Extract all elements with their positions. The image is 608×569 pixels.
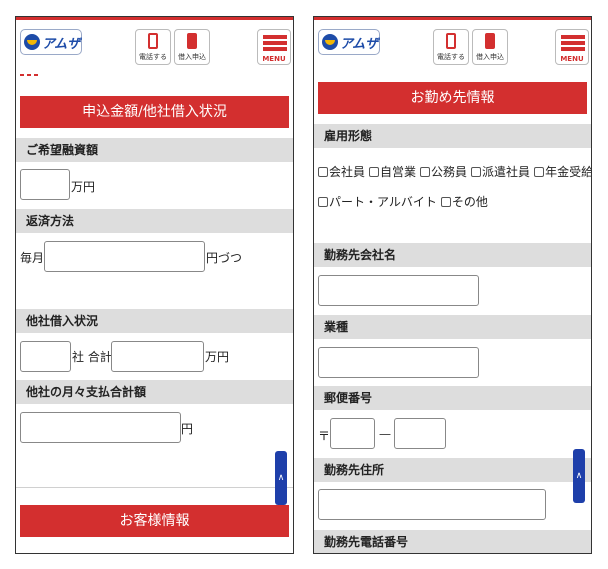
- scroll-top-button[interactable]: ∧: [573, 449, 585, 503]
- call-button-label: 電話する: [437, 53, 465, 61]
- option-pension[interactable]: 年金受給者: [534, 165, 591, 179]
- apply-button-label: 借入申込: [178, 53, 206, 61]
- hamburger-icon: [263, 35, 287, 39]
- industry-label: 業種: [314, 315, 591, 339]
- decorative-dashes: [20, 74, 40, 76]
- monthly-payment-unit: 円: [181, 422, 194, 436]
- checkbox[interactable]: [440, 197, 451, 207]
- logo-mark-icon: [24, 34, 40, 50]
- desired-amount-input[interactable]: [20, 169, 70, 200]
- checkbox[interactable]: [369, 167, 380, 177]
- menu-label: MENU: [262, 55, 286, 63]
- option-self-employed[interactable]: 自営業: [369, 165, 416, 179]
- address-label: 勤務先住所: [314, 458, 591, 482]
- call-button[interactable]: 電話する: [433, 29, 469, 65]
- industry-input[interactable]: [318, 347, 479, 378]
- amza-logo[interactable]: アムザ: [20, 29, 82, 55]
- call-button-label: 電話する: [139, 53, 167, 61]
- option-part-time[interactable]: パート・アルバイト: [318, 195, 437, 209]
- option-dispatched[interactable]: 派遣社員: [471, 165, 530, 179]
- desired-amount-label: ご希望融資額: [16, 138, 293, 162]
- postal-separator: —: [379, 427, 391, 441]
- postal-mark: 〒: [318, 429, 331, 443]
- clipboard-icon: [187, 33, 197, 49]
- checkbox[interactable]: [420, 167, 431, 177]
- employment-type-label: 雇用形態: [314, 124, 591, 148]
- checkbox[interactable]: [318, 197, 328, 207]
- menu-button[interactable]: MENU: [555, 29, 589, 65]
- repayment-label: 返済方法: [16, 209, 293, 233]
- monthly-payment-input[interactable]: [20, 412, 181, 443]
- clipboard-icon: [485, 33, 495, 49]
- apply-button[interactable]: 借入申込: [472, 29, 508, 65]
- postal-code-second-input[interactable]: [394, 418, 446, 449]
- other-loans-total-input[interactable]: [111, 341, 204, 372]
- apply-button-label: 借入申込: [476, 53, 504, 61]
- repayment-prefix: 毎月: [20, 251, 45, 265]
- postal-code-first-input[interactable]: [330, 418, 375, 449]
- checkbox[interactable]: [471, 167, 482, 177]
- employment-options-row-2: パート・アルバイト その他: [318, 193, 492, 210]
- call-button[interactable]: 電話する: [135, 29, 171, 65]
- employment-options-row-1: 会社員自営業公務員派遣社員年金受給者: [318, 163, 591, 180]
- other-loans-total-unit: 万円: [205, 350, 230, 364]
- monthly-payment-label: 他社の月々支払合計額: [16, 380, 293, 404]
- logo-text: アムザ: [42, 37, 81, 52]
- section-title-loan: 申込金額/他社借入状況: [20, 96, 289, 128]
- site-header: アムザ 電話する 借入申込 MENU: [16, 20, 293, 65]
- section-title-customer[interactable]: お客様情報: [20, 505, 289, 537]
- other-loans-count-input[interactable]: [20, 341, 71, 372]
- checkbox[interactable]: [318, 167, 328, 177]
- option-company-employee[interactable]: 会社員: [318, 165, 365, 179]
- address-input[interactable]: [318, 489, 546, 520]
- phone-number-label: 勤務先電話番号: [314, 530, 591, 553]
- amza-logo[interactable]: アムザ: [318, 29, 380, 55]
- scroll-top-button[interactable]: ∧: [275, 451, 287, 505]
- phone-icon: [148, 33, 158, 49]
- repayment-unit: 円づつ: [206, 251, 243, 265]
- apply-button[interactable]: 借入申込: [174, 29, 210, 65]
- option-civil-servant[interactable]: 公務員: [420, 165, 467, 179]
- other-loans-label: 他社借入状況: [16, 309, 293, 333]
- desired-amount-unit: 万円: [71, 180, 96, 194]
- hamburger-icon: [561, 35, 585, 39]
- company-name-input[interactable]: [318, 275, 479, 306]
- logo-mark-icon: [322, 34, 338, 50]
- checkbox[interactable]: [534, 167, 545, 177]
- menu-label: MENU: [560, 55, 584, 63]
- other-loans-count-unit: 社 合計: [72, 350, 112, 364]
- postal-code-label: 郵便番号: [314, 386, 591, 410]
- right-screen: アムザ 電話する 借入申込 MENU お勤め先情報 雇用形態 会社員 自営業 公務員…: [313, 16, 592, 554]
- left-screen: アムザ 電話する 借入申込 MENU 申込金額/他社借入状況 ご希望融資額 万円…: [15, 16, 294, 554]
- logo-text: アムザ: [340, 37, 379, 52]
- option-other[interactable]: その他: [440, 195, 488, 209]
- section-title-workplace: お勤め先情報: [318, 82, 587, 114]
- repayment-amount-input[interactable]: [44, 241, 205, 272]
- site-header: アムザ 電話する 借入申込 MENU: [314, 20, 591, 65]
- company-name-label: 勤務先会社名: [314, 243, 591, 267]
- divider: [16, 487, 293, 488]
- phone-icon: [446, 33, 456, 49]
- menu-button[interactable]: MENU: [257, 29, 291, 65]
